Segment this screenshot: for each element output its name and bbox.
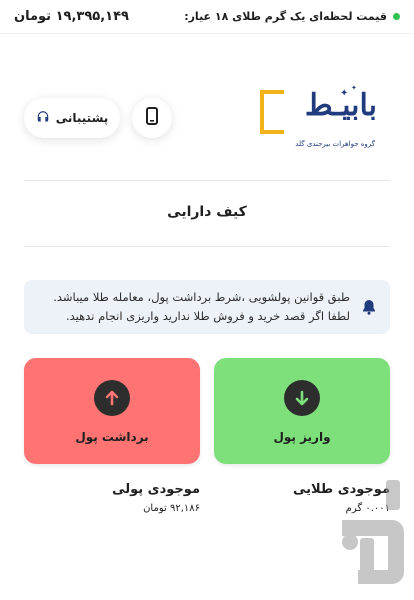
money-balance-value: ۹۲,۱۸۶ تومان [143, 503, 200, 514]
logo-subtitle: گروه جواهرات بیرجندی گلد [295, 140, 375, 148]
arrow-up-icon [94, 380, 130, 416]
withdraw-label: برداشت پول [75, 430, 149, 444]
gold-price-value: ۱۹,۳۹۵,۱۴۹ تومان [14, 9, 129, 24]
divider [24, 180, 390, 181]
notice-text: طبق قوانین پولشویی ،شرط برداشت پول، معام… [53, 288, 350, 326]
bell-icon [360, 299, 378, 315]
money-balance: موجودی پولی ۹۲,۱۸۶ تومان [112, 482, 200, 514]
logo-bracket [260, 90, 284, 134]
deposit-button[interactable]: واریز پول [214, 358, 390, 464]
logo-name: بابیـط [304, 88, 377, 123]
deposit-label: واریز پول [273, 430, 331, 444]
divider [24, 246, 390, 247]
headset-icon [36, 110, 50, 127]
money-balance-title: موجودی پولی [112, 482, 200, 497]
live-status-dot [393, 13, 400, 20]
page-title: کیف دارایی [167, 204, 247, 220]
notice-line-1: طبق قوانین پولشویی ،شرط برداشت پول، معام… [53, 290, 350, 304]
notice-line-2: لطفا اگر قصد خرید و فروش طلا ندارید واری… [65, 309, 350, 323]
phone-icon [146, 107, 158, 129]
store-watermark-icon [338, 480, 410, 590]
gold-price-ticker: ۱۹,۳۹۵,۱۴۹ تومان قیمت لحظه‌ای یک گرم طلا… [0, 0, 414, 34]
app-header: پشتیبانی ✦ ✦ بابیـط گروه جواهرات بیرجندی… [0, 78, 414, 168]
withdraw-button[interactable]: برداشت پول [24, 358, 200, 464]
gold-price-label: قیمت لحظه‌ای یک گرم طلای ۱۸ عیار: [184, 10, 387, 23]
arrow-down-icon [284, 380, 320, 416]
brand-logo: ✦ ✦ بابیـط گروه جواهرات بیرجندی گلد [255, 84, 385, 158]
support-label: پشتیبانی [55, 111, 109, 125]
support-button[interactable]: پشتیبانی [24, 98, 120, 138]
phone-button[interactable] [132, 98, 172, 138]
aml-notice: طبق قوانین پولشویی ،شرط برداشت پول، معام… [24, 280, 390, 334]
gold-price-label-group: قیمت لحظه‌ای یک گرم طلای ۱۸ عیار: [184, 10, 400, 23]
